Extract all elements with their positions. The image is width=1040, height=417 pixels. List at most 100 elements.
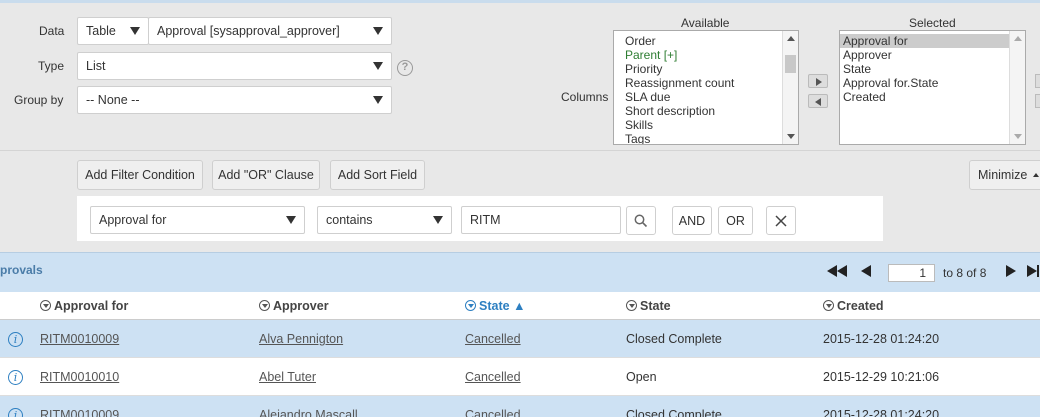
- column-header-label: State: [479, 299, 510, 313]
- available-columns-list[interactable]: Order Parent [+] Priority Reassignment c…: [613, 30, 799, 145]
- table-name-dropdown[interactable]: Approval [sysapproval_approver]: [148, 17, 392, 45]
- list-title: provals: [0, 263, 43, 277]
- column-header-created[interactable]: Created: [823, 299, 884, 313]
- chevron-down-icon: [286, 216, 296, 224]
- filter-operator-value: contains: [326, 213, 373, 227]
- minimize-button[interactable]: Minimize: [969, 160, 1040, 190]
- filter-field-dropdown[interactable]: Approval for: [90, 206, 305, 234]
- sort-ascending-icon: ▲: [513, 299, 526, 313]
- list-item[interactable]: Tags: [614, 132, 798, 144]
- info-icon[interactable]: i: [8, 408, 23, 417]
- table-name-value: Approval [sysapproval_approver]: [157, 24, 340, 38]
- add-filter-condition-button[interactable]: Add Filter Condition: [77, 160, 203, 190]
- first-page-icon[interactable]: [827, 264, 849, 278]
- list-item[interactable]: Priority: [614, 62, 798, 76]
- remove-column-button[interactable]: [808, 94, 828, 108]
- table-row[interactable]: i RITM0010009 Alejandro Mascall Cancelle…: [0, 396, 1040, 417]
- help-icon[interactable]: ?: [397, 60, 413, 76]
- groupby-value: -- None --: [86, 93, 140, 107]
- column-menu-icon[interactable]: [823, 300, 834, 311]
- created-cell: 2015-12-28 01:24:20: [823, 408, 940, 417]
- list-item[interactable]: State: [840, 62, 1025, 76]
- column-menu-icon[interactable]: [259, 300, 270, 311]
- column-header-parent-state[interactable]: State: [626, 299, 671, 313]
- selected-label: Selected: [909, 16, 956, 30]
- search-button[interactable]: [626, 206, 656, 235]
- column-header-approver[interactable]: Approver: [259, 299, 329, 313]
- scroll-up-icon[interactable]: [787, 36, 795, 41]
- scroll-down-icon[interactable]: [787, 134, 795, 139]
- caret-up-icon: [1032, 173, 1039, 177]
- add-or-clause-button[interactable]: Add "OR" Clause: [212, 160, 320, 190]
- remove-condition-button[interactable]: [766, 206, 796, 235]
- next-page-icon[interactable]: [1005, 264, 1017, 278]
- arrow-left-icon: [815, 98, 821, 106]
- state-link[interactable]: Cancelled: [465, 332, 521, 346]
- scrollbar[interactable]: [1009, 31, 1025, 144]
- selected-columns-list[interactable]: Approval for Approver State Approval for…: [839, 30, 1026, 145]
- scroll-down-icon[interactable]: [1014, 134, 1022, 139]
- filter-value-input[interactable]: RITM: [461, 206, 621, 234]
- column-menu-icon[interactable]: [626, 300, 637, 311]
- state-link[interactable]: Cancelled: [465, 370, 521, 384]
- divider: [0, 150, 1040, 151]
- column-header-state[interactable]: State ▲: [465, 299, 525, 313]
- list-header-bar: provals: [0, 252, 1040, 292]
- chevron-down-icon: [373, 96, 383, 104]
- table-dropdown[interactable]: Table: [77, 17, 149, 45]
- created-cell: 2015-12-29 10:21:06: [823, 370, 940, 384]
- chevron-down-icon: [130, 27, 140, 35]
- groupby-dropdown[interactable]: -- None --: [77, 86, 392, 114]
- move-up-button[interactable]: [1035, 74, 1040, 88]
- approver-link[interactable]: Alejandro Mascall: [259, 408, 358, 417]
- list-item[interactable]: Short description: [614, 104, 798, 118]
- approval-for-link[interactable]: RITM0010010: [40, 370, 119, 384]
- available-label: Available: [681, 16, 730, 30]
- state-link[interactable]: Cancelled: [465, 408, 521, 417]
- list-item[interactable]: Created: [840, 90, 1025, 104]
- column-header-label: Created: [837, 299, 884, 313]
- chevron-down-icon: [373, 27, 383, 35]
- or-button[interactable]: OR: [718, 206, 753, 235]
- list-item[interactable]: Reassignment count: [614, 76, 798, 90]
- list-item[interactable]: Skills: [614, 118, 798, 132]
- info-icon[interactable]: i: [8, 332, 23, 347]
- scroll-up-icon[interactable]: [1014, 36, 1022, 41]
- chevron-down-icon: [433, 216, 443, 224]
- list-item[interactable]: Approval for.State: [840, 76, 1025, 90]
- column-header-row: Approval for Approver State ▲ State Crea…: [0, 292, 1040, 320]
- column-header-label: Approver: [273, 299, 329, 313]
- previous-page-icon[interactable]: [860, 264, 872, 278]
- info-icon[interactable]: i: [8, 370, 23, 385]
- type-dropdown[interactable]: List: [77, 52, 392, 80]
- arrow-right-icon: [816, 78, 822, 86]
- column-header-label: State: [640, 299, 671, 313]
- scroll-thumb[interactable]: [785, 55, 796, 73]
- chevron-down-icon: [373, 62, 383, 70]
- page-number-input[interactable]: 1: [888, 264, 935, 282]
- scrollbar[interactable]: [782, 31, 798, 144]
- approval-for-link[interactable]: RITM0010009: [40, 408, 119, 417]
- list-item[interactable]: Parent [+]: [614, 48, 798, 62]
- move-down-button[interactable]: [1035, 94, 1040, 108]
- table-row[interactable]: i RITM0010010 Abel Tuter Cancelled Open …: [0, 358, 1040, 396]
- approval-for-link[interactable]: RITM0010009: [40, 332, 119, 346]
- list-item[interactable]: SLA due: [614, 90, 798, 104]
- and-button[interactable]: AND: [672, 206, 712, 235]
- column-menu-icon[interactable]: [40, 300, 51, 311]
- column-menu-icon[interactable]: [465, 300, 476, 311]
- filter-operator-dropdown[interactable]: contains: [317, 206, 452, 234]
- columns-label: Columns: [561, 90, 609, 104]
- list-item[interactable]: Approver: [840, 48, 1025, 62]
- column-header-approval-for[interactable]: Approval for: [40, 299, 128, 313]
- close-icon: [775, 215, 787, 227]
- last-page-icon[interactable]: [1027, 264, 1040, 278]
- add-column-button[interactable]: [808, 74, 828, 88]
- approver-link[interactable]: Abel Tuter: [259, 370, 316, 384]
- table-row[interactable]: i RITM0010009 Alva Pennigton Cancelled C…: [0, 320, 1040, 358]
- list-item[interactable]: Approval for: [840, 34, 1009, 48]
- approver-link[interactable]: Alva Pennigton: [259, 332, 343, 346]
- add-sort-field-button[interactable]: Add Sort Field: [330, 160, 425, 190]
- table-dropdown-label: Table: [86, 24, 116, 38]
- list-item[interactable]: Order: [614, 34, 798, 48]
